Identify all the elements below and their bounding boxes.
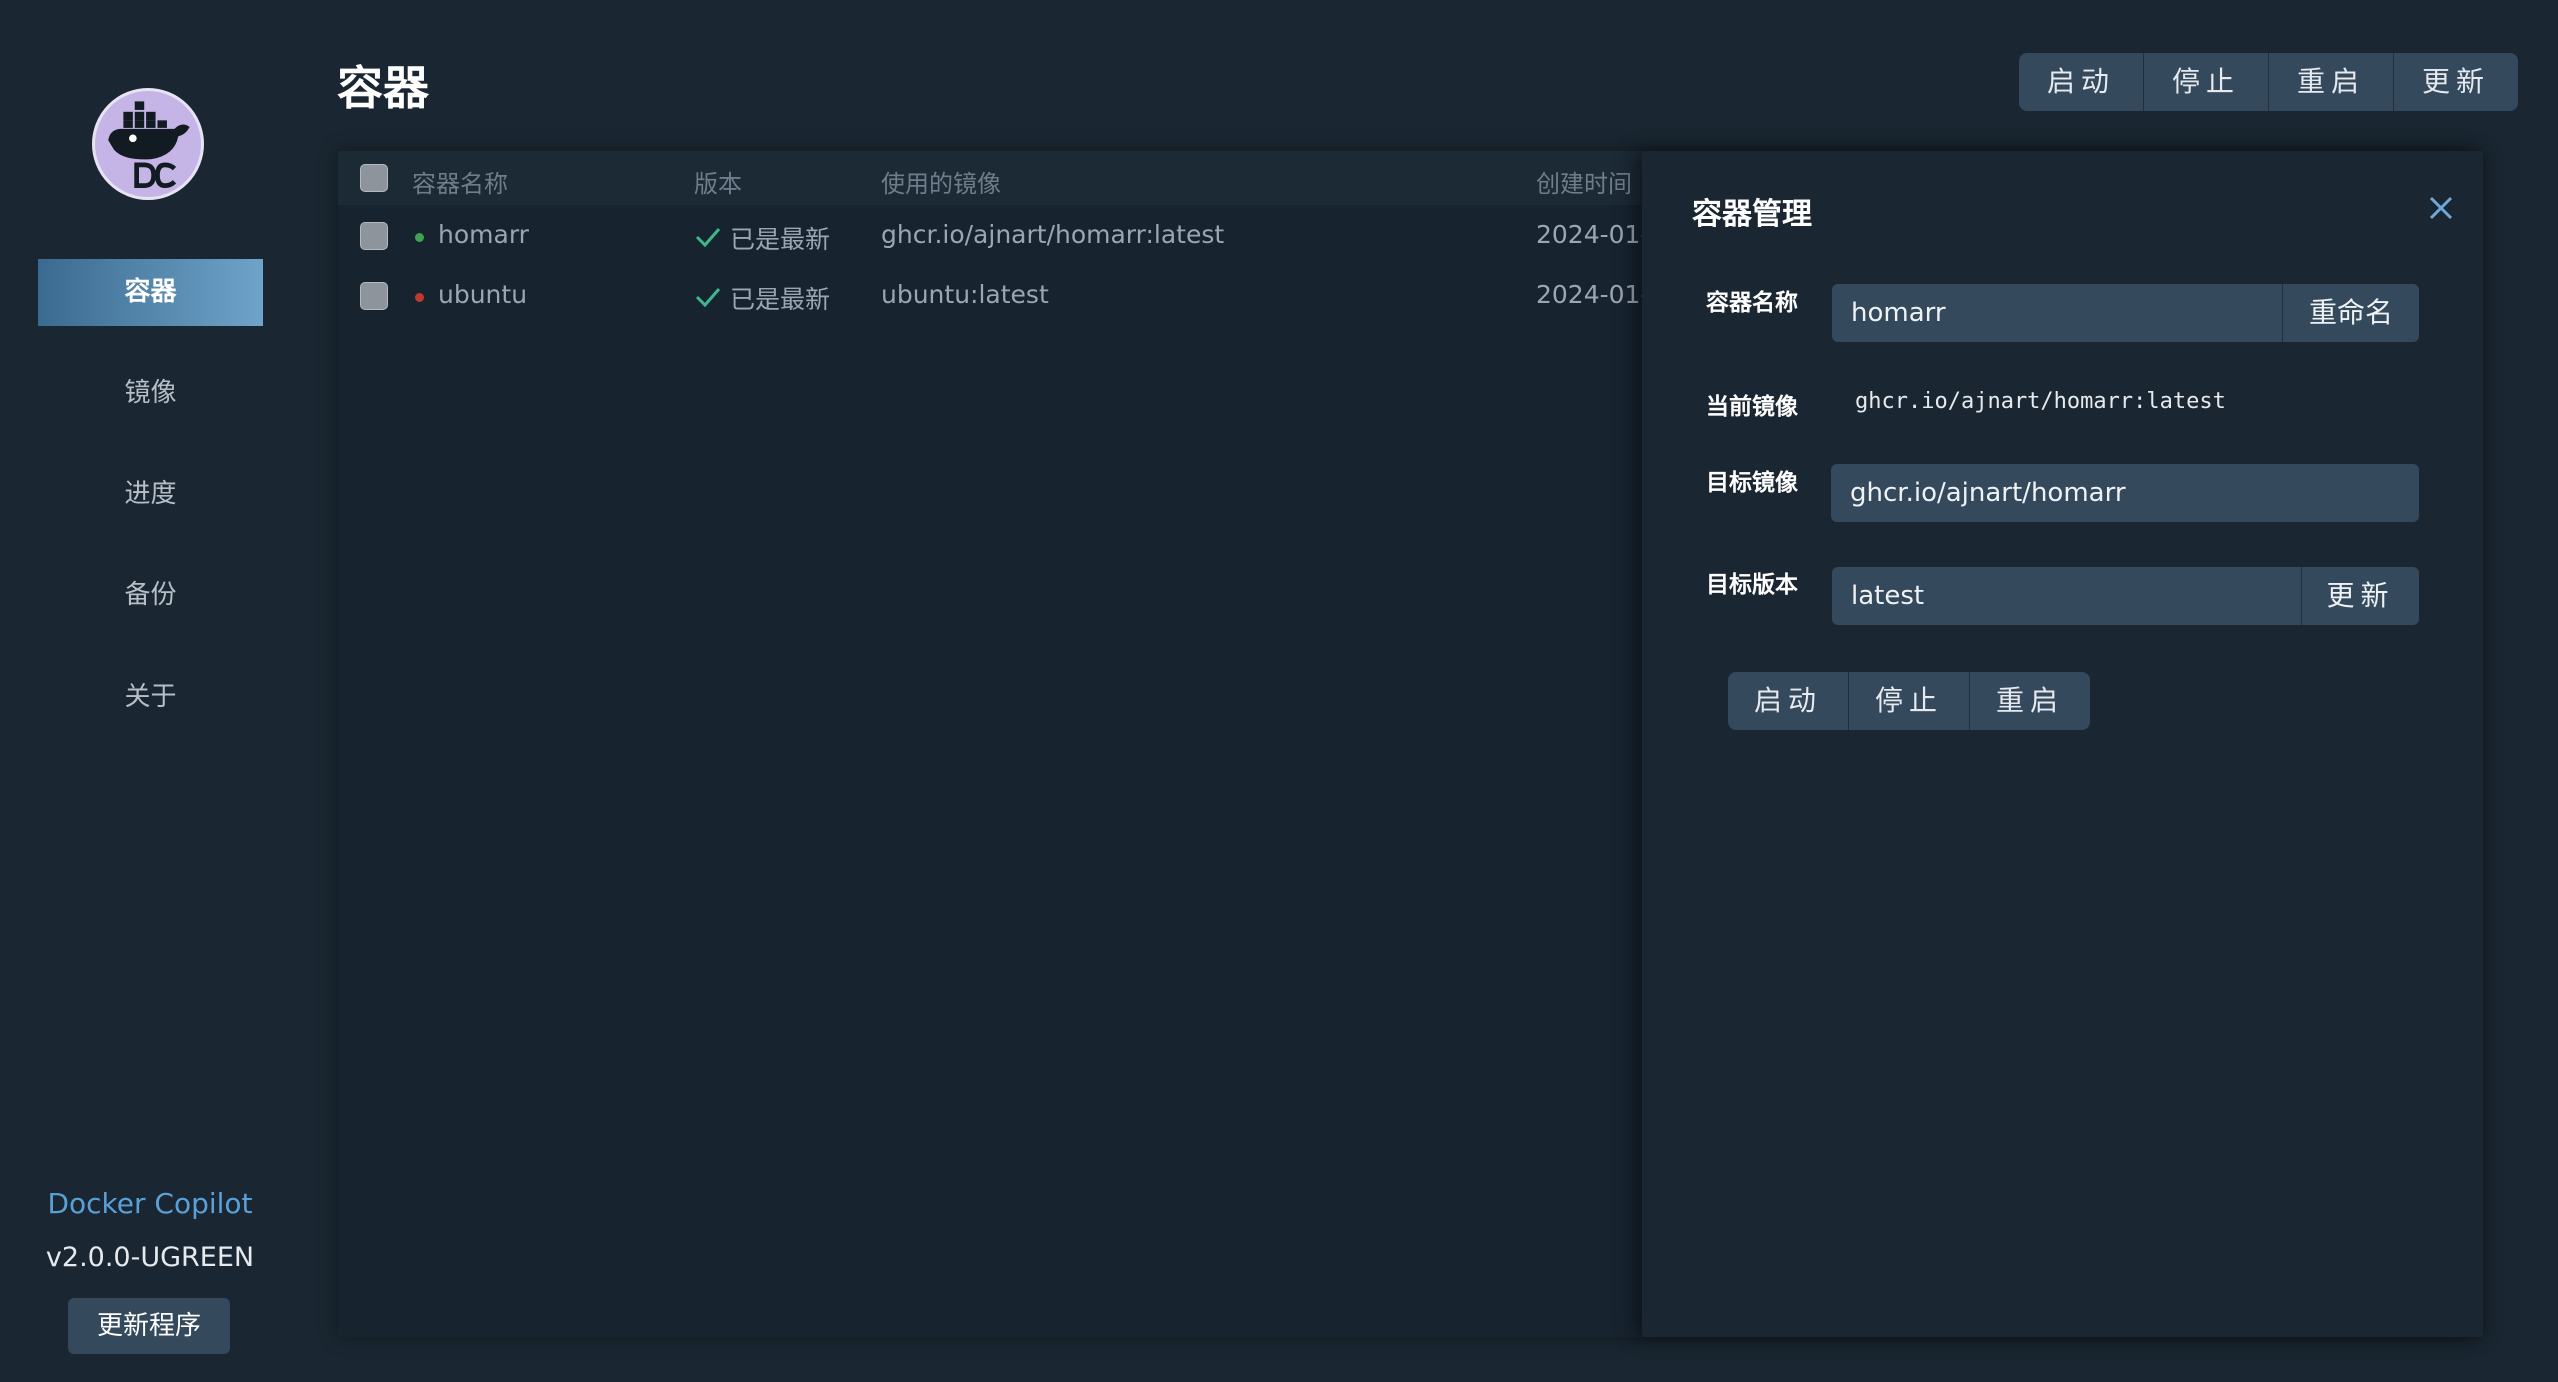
column-header-version: 版本 bbox=[694, 170, 742, 198]
sidebar-item-about[interactable]: 关于 bbox=[38, 664, 263, 731]
check-icon bbox=[695, 228, 721, 248]
image-name: ghcr.io/ajnart/homarr:latest bbox=[881, 220, 1225, 249]
start-button[interactable]: 启动 bbox=[2019, 53, 2143, 111]
container-management-drawer: 容器管理 容器名称 homarr 重命名 当前镜像 ghcr.io/ajnart… bbox=[1642, 151, 2483, 1337]
drawer-stop-button[interactable]: 停止 bbox=[1848, 672, 1969, 730]
target-image-input[interactable]: ghcr.io/ajnart/homarr bbox=[1831, 464, 2419, 522]
target-image-label: 目标镜像 bbox=[1706, 470, 1798, 496]
container-name[interactable]: homarr bbox=[438, 220, 529, 249]
container-name[interactable]: ubuntu bbox=[438, 280, 527, 309]
target-version-input[interactable]: latest bbox=[1832, 567, 2301, 625]
column-header-created: 创建时间 bbox=[1536, 170, 1632, 198]
check-icon bbox=[695, 288, 721, 308]
close-icon[interactable] bbox=[2426, 193, 2456, 223]
sidebar-item-containers[interactable]: 容器 bbox=[38, 259, 263, 326]
rename-button[interactable]: 重命名 bbox=[2282, 284, 2419, 342]
sidebar-item-progress[interactable]: 进度 bbox=[38, 461, 263, 528]
version-status: 已是最新 bbox=[730, 285, 831, 314]
page-title: 容器 bbox=[337, 61, 429, 115]
drawer-update-button[interactable]: 更新 bbox=[2301, 567, 2419, 625]
status-stopped-dot bbox=[415, 293, 424, 302]
stop-button[interactable]: 停止 bbox=[2143, 53, 2268, 111]
row-checkbox[interactable] bbox=[360, 282, 388, 310]
container-actions-toolbar: 启动 停止 重启 更新 bbox=[2019, 53, 2519, 111]
restart-button[interactable]: 重启 bbox=[2268, 53, 2393, 111]
sidebar-item-backup[interactable]: 备份 bbox=[38, 562, 263, 629]
drawer-start-button[interactable]: 启动 bbox=[1728, 672, 1848, 730]
update-button[interactable]: 更新 bbox=[2393, 53, 2518, 111]
image-name: ubuntu:latest bbox=[881, 280, 1049, 309]
app-logo-docker-icon bbox=[92, 88, 204, 200]
row-checkbox[interactable] bbox=[360, 222, 388, 250]
current-image-label: 当前镜像 bbox=[1706, 394, 1798, 420]
target-version-label: 目标版本 bbox=[1706, 572, 1798, 598]
drawer-restart-button[interactable]: 重启 bbox=[1969, 672, 2090, 730]
container-name-input[interactable]: homarr bbox=[1832, 284, 2282, 342]
update-app-button[interactable]: 更新程序 bbox=[68, 1298, 230, 1354]
sidebar: 容器 镜像 进度 备份 关于 Docker Copilot v2.0.0-UGR… bbox=[0, 0, 300, 1382]
column-header-image: 使用的镜像 bbox=[881, 170, 1001, 198]
select-all-checkbox[interactable] bbox=[360, 164, 388, 192]
container-name-label: 容器名称 bbox=[1706, 290, 1798, 316]
drawer-actions-toolbar: 启动 停止 重启 bbox=[1728, 672, 2091, 730]
drawer-title: 容器管理 bbox=[1692, 197, 1812, 232]
created-time: 2024-01-2 bbox=[1536, 280, 1642, 309]
column-header-name: 容器名称 bbox=[412, 170, 508, 198]
status-running-dot bbox=[415, 233, 424, 242]
app-version: v2.0.0-UGREEN bbox=[45, 1242, 255, 1273]
created-time: 2024-01-1 bbox=[1536, 220, 1642, 249]
brand-name[interactable]: Docker Copilot bbox=[0, 1187, 300, 1220]
current-image-value: ghcr.io/ajnart/homarr:latest bbox=[1855, 389, 2226, 414]
sidebar-item-images[interactable]: 镜像 bbox=[38, 360, 263, 427]
version-status: 已是最新 bbox=[730, 225, 831, 254]
